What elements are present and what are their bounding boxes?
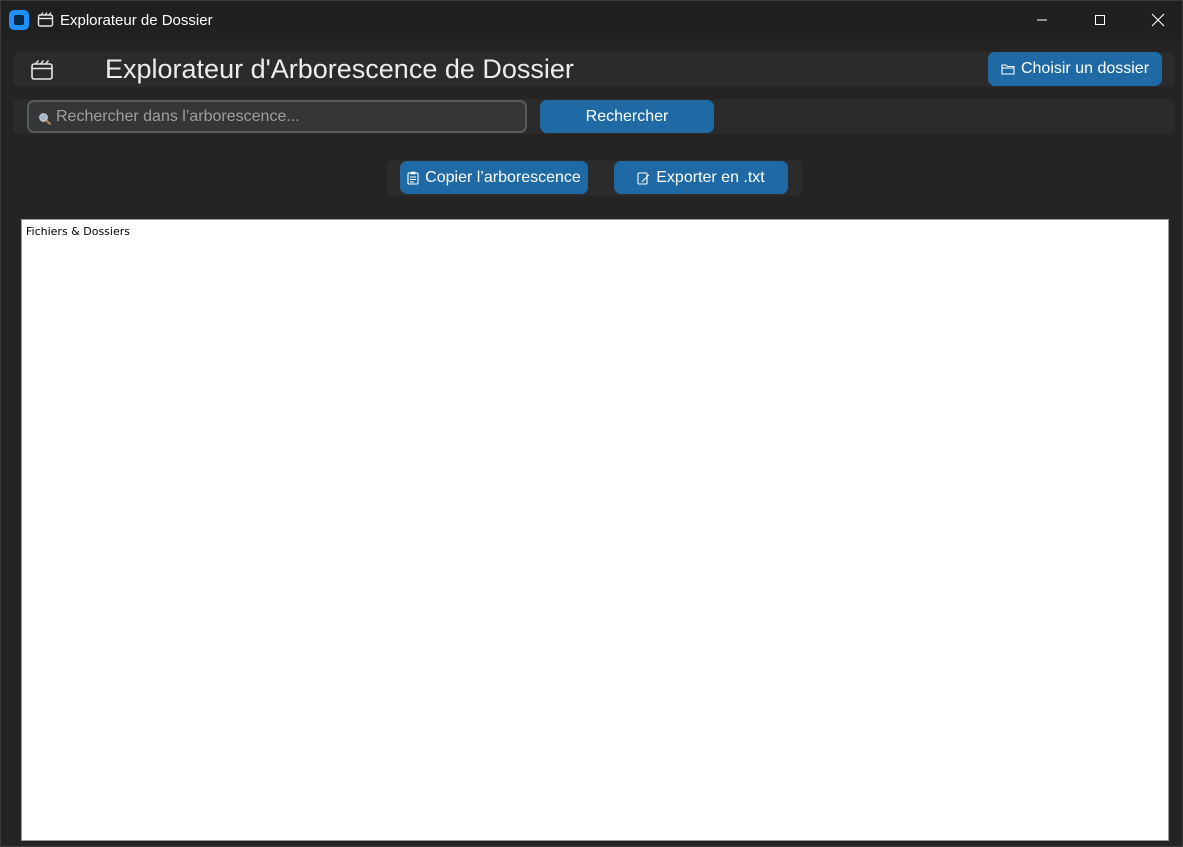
copy-tree-label: Copier l’arborescence xyxy=(425,168,581,186)
copy-tree-button[interactable]: Copier l’arborescence xyxy=(400,161,588,194)
window-title: Explorateur de Dossier xyxy=(60,12,213,29)
close-button[interactable] xyxy=(1135,1,1181,39)
minimize-icon xyxy=(1037,19,1047,21)
header-bar: Explorateur d'Arborescence de Dossier Ch… xyxy=(13,52,1175,87)
action-bar: Copier l’arborescence Exporter en .txt xyxy=(387,160,802,196)
file-tree-view[interactable]: Fichiers & Dossiers xyxy=(21,219,1169,841)
maximize-icon xyxy=(1095,15,1105,25)
folder-icon xyxy=(1001,64,1015,75)
tree-header: Fichiers & Dossiers xyxy=(26,225,130,238)
export-txt-label: Exporter en .txt xyxy=(656,168,765,186)
clapper-folder-icon xyxy=(37,12,54,27)
search-button[interactable]: Rechercher xyxy=(540,100,714,133)
choose-folder-button[interactable]: Choisir un dossier xyxy=(988,52,1162,86)
magnifier-icon xyxy=(39,113,52,126)
minimize-button[interactable] xyxy=(1019,1,1065,39)
page-title: Explorateur d'Arborescence de Dossier xyxy=(105,54,574,84)
clipboard-icon xyxy=(407,171,419,185)
choose-folder-label: Choisir un dossier xyxy=(1020,60,1150,77)
edit-document-icon xyxy=(637,171,650,185)
app-window: Explorateur de Dossier Explorateur d'Arb… xyxy=(0,0,1183,847)
clapper-folder-icon xyxy=(31,60,53,80)
title-bar[interactable]: Explorateur de Dossier xyxy=(1,1,1182,39)
maximize-button[interactable] xyxy=(1077,1,1123,39)
export-txt-button[interactable]: Exporter en .txt xyxy=(614,161,788,194)
search-field[interactable] xyxy=(27,100,527,133)
search-input[interactable] xyxy=(56,102,516,131)
app-icon xyxy=(9,10,29,30)
search-bar: Rechercher xyxy=(13,99,1175,134)
close-icon xyxy=(1151,13,1165,27)
